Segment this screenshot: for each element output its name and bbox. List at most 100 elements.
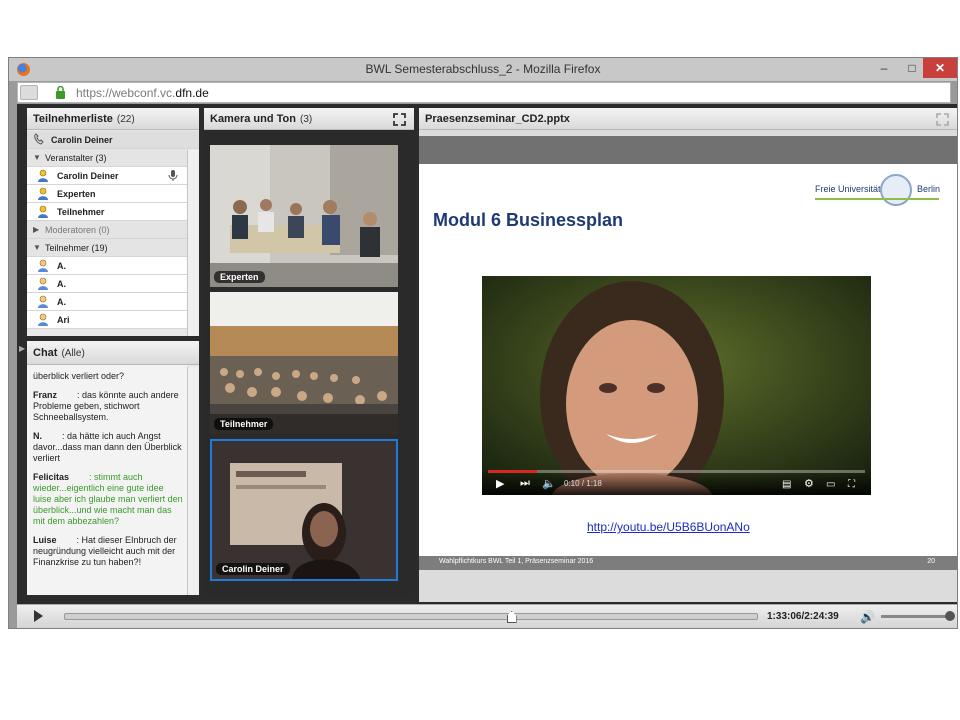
- close-button[interactable]: ✕: [923, 58, 957, 78]
- fullscreen-icon[interactable]: [936, 113, 949, 126]
- url-domain: dfn.de: [175, 86, 209, 100]
- host-user-icon: [38, 169, 48, 182]
- video-play-icon[interactable]: ▶: [496, 477, 504, 490]
- host-user-icon: [38, 187, 48, 200]
- share-pod: Praesenzseminar_CD2.pptx Freie Universit…: [419, 108, 957, 602]
- attendee-row[interactable]: A.: [27, 257, 187, 275]
- chat-expand-arrow-icon[interactable]: ▶: [19, 344, 25, 353]
- attendee-list-title: Teilnehmerliste (22): [33, 113, 135, 125]
- group-moderatoren[interactable]: ▶ Moderatoren (0): [27, 221, 187, 239]
- slide-footer-text: Wahlpflichtkurs BWL Teil 1, Präsenzsemin…: [439, 558, 594, 565]
- slide-top-band: [419, 136, 957, 164]
- video-next-icon[interactable]: ⏭: [520, 477, 530, 490]
- attendee-name: Teilnehmer: [57, 207, 105, 217]
- camera-title: Kamera und Ton (3): [210, 113, 313, 125]
- volume-knob[interactable]: [945, 611, 955, 621]
- title-bar: BWL Semesterabschluss_2 - Mozilla Firefo…: [9, 58, 957, 81]
- camera-label: Carolin Deiner: [216, 563, 290, 575]
- embedded-video[interactable]: ▶ ⏭ 🔈 0:10 / 1:18 ▤ ⚙ ▭ ⛶: [482, 276, 871, 495]
- chat-pod: Chat (Alle) überblick verliert oder? Fran…: [27, 341, 199, 595]
- video-frame-image: [482, 276, 871, 495]
- youtube-link[interactable]: http://youtu.be/U5B6BUonANo: [587, 520, 750, 534]
- lecture-hall-image: [210, 292, 398, 434]
- playback-track[interactable]: [64, 613, 758, 620]
- collapse-caret-icon: ▶: [33, 225, 40, 234]
- attendee-row[interactable]: Carolin Deiner: [27, 167, 187, 185]
- presentation-slide: Freie Universität Berlin Modul 6 Busines…: [419, 136, 957, 570]
- group-label: Moderatoren (0): [45, 225, 110, 235]
- meeting-room-image: [210, 145, 398, 287]
- camera-feed-presenter: Carolin Deiner: [210, 439, 398, 581]
- group-label: Veranstalter (3): [45, 153, 107, 163]
- chat-message: überblick verliert oder?: [33, 371, 125, 381]
- speaker-icon[interactable]: 🔊: [860, 610, 875, 624]
- attendee-name: Experten: [57, 189, 96, 199]
- attendee-row[interactable]: Experten: [27, 185, 187, 203]
- phone-icon: [34, 133, 44, 145]
- university-seal-icon: [880, 174, 912, 206]
- presenter-name: Carolin Deiner: [51, 135, 113, 145]
- attendee-row[interactable]: Teilnehmer: [27, 203, 187, 221]
- fullscreen-icon[interactable]: [393, 113, 406, 126]
- browser-window: BWL Semesterabschluss_2 - Mozilla Firefo…: [8, 57, 958, 629]
- video-volume-icon[interactable]: 🔈: [542, 477, 556, 490]
- address-bar[interactable]: https://webconf.vc.dfn.de: [17, 82, 951, 103]
- camera-feed-teilnehmer: Teilnehmer: [210, 292, 398, 434]
- chat-message: Luise : Hat dieser EInbruch der neugründ…: [33, 535, 177, 567]
- chat-scrollbar[interactable]: [187, 367, 199, 595]
- expand-caret-icon: ▼: [33, 153, 41, 162]
- attendee-row[interactable]: A.: [27, 293, 187, 311]
- attendee-list-header: Teilnehmerliste (22): [27, 108, 199, 130]
- chat-title: Chat (Alle): [33, 347, 85, 359]
- logo-underline: [815, 198, 939, 200]
- play-icon[interactable]: [34, 610, 43, 622]
- expand-caret-icon: ▼: [33, 243, 41, 252]
- site-menu-icon[interactable]: [20, 85, 38, 100]
- attendee-row[interactable]: A.: [27, 275, 187, 293]
- attendee-list-pod: Teilnehmerliste (22) Carolin Deiner ▼ Ver…: [27, 108, 199, 336]
- video-time: 0:10 / 1:18: [564, 479, 602, 488]
- video-settings-icon[interactable]: ⚙: [804, 477, 814, 490]
- playback-time: 1:33:06/2:24:39: [767, 611, 839, 622]
- video-fullscreen-icon[interactable]: ⛶: [848, 479, 855, 490]
- url-text[interactable]: https://webconf.vc.dfn.de: [76, 86, 209, 100]
- attendee-list-scrollbar[interactable]: [187, 150, 199, 336]
- video-progress-bar[interactable]: [488, 470, 865, 473]
- url-prefix: https://webconf.vc.: [76, 86, 176, 100]
- participant-user-icon: [38, 313, 48, 326]
- attendee-name: A.: [57, 297, 66, 307]
- camera-label: Experten: [214, 271, 265, 283]
- chat-header: Chat (Alle): [27, 341, 199, 365]
- participant-user-icon: [38, 259, 48, 272]
- university-logo-text: Freie Universität: [815, 184, 881, 194]
- participant-user-icon: [38, 295, 48, 308]
- attendee-name: A.: [57, 279, 66, 289]
- attendee-row[interactable]: Ari: [27, 311, 187, 329]
- share-title: Praesenzseminar_CD2.pptx: [425, 113, 570, 125]
- university-logo-text-right: Berlin: [917, 184, 941, 194]
- group-veranstalter[interactable]: ▼ Veranstalter (3): [27, 149, 187, 167]
- chat-message: N. : da hätte ich auch Angst davor...das…: [33, 431, 182, 463]
- minimize-button[interactable]: –: [871, 58, 897, 78]
- attendee-name: Ari: [57, 315, 70, 325]
- window-title: BWL Semesterabschluss_2 - Mozilla Firefo…: [365, 62, 601, 76]
- camera-label: Teilnehmer: [214, 418, 274, 430]
- camera-header: Kamera und Ton (3): [204, 108, 414, 130]
- volume-track[interactable]: [881, 615, 947, 618]
- group-label: Teilnehmer (19): [45, 243, 108, 253]
- slide-number: 20: [927, 558, 935, 565]
- microphone-icon: [168, 170, 178, 181]
- group-teilnehmer[interactable]: ▼ Teilnehmer (19): [27, 239, 187, 257]
- lock-icon: [56, 86, 65, 99]
- attendee-name: Carolin Deiner: [57, 171, 119, 181]
- slide-footer: Wahlpflichtkurs BWL Teil 1, Präsenzsemin…: [419, 556, 957, 570]
- slide-title: Modul 6 Businessplan: [433, 210, 624, 230]
- theater-mode-icon[interactable]: ▭: [826, 479, 835, 490]
- camera-feed-experten: Experten: [210, 145, 398, 287]
- subtitles-icon[interactable]: ▤: [782, 479, 791, 490]
- presenter-row[interactable]: Carolin Deiner: [27, 131, 199, 149]
- video-progress-fill: [488, 470, 537, 473]
- maximize-button[interactable]: □: [899, 58, 925, 78]
- presenter-image: [212, 441, 396, 579]
- chat-messages: überblick verliert oder? Franz : das kön…: [27, 365, 187, 595]
